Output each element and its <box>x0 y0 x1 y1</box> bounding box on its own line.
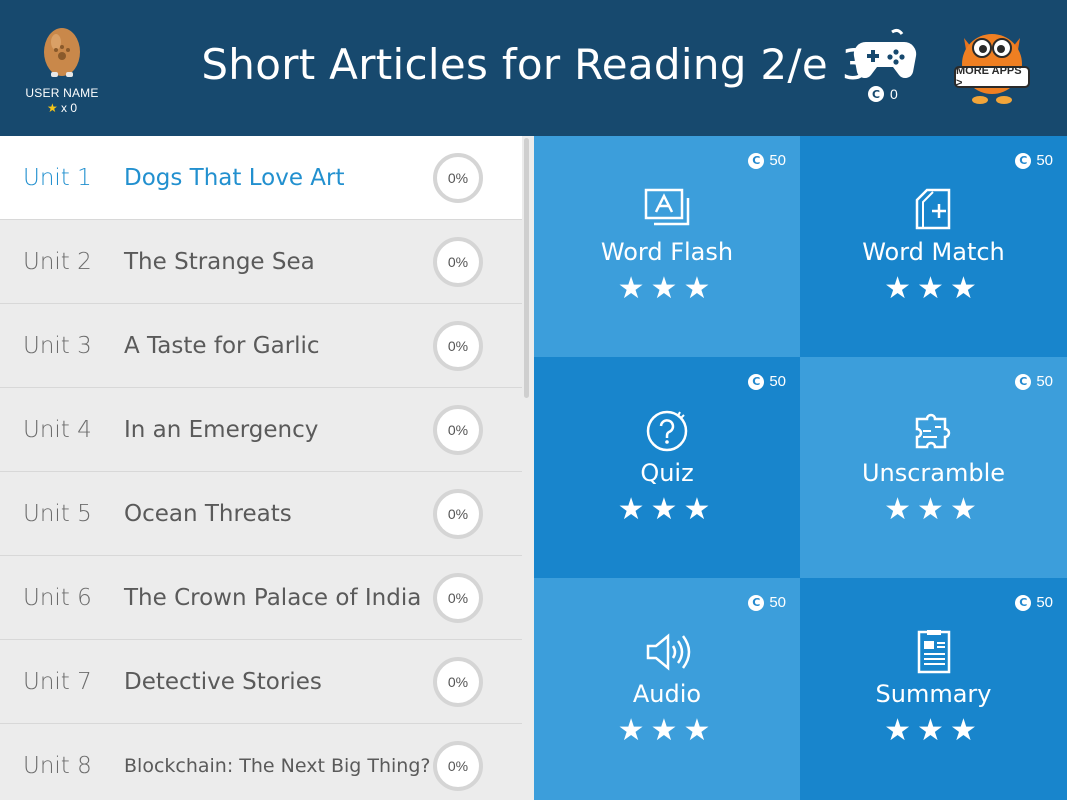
tile-star-rating: ★★★ <box>884 492 983 527</box>
word-match-icon <box>915 188 950 230</box>
unit-progress-ring: 0% <box>433 152 483 203</box>
tile-label: Audio <box>632 680 702 708</box>
summary-icon <box>917 630 950 674</box>
activity-tile-audio[interactable]: C 50 Audio ★★★ <box>534 578 800 800</box>
tile-coin-value: 50 <box>1036 152 1053 169</box>
unit-progress-ring: 0% <box>433 320 483 371</box>
unit-title: Ocean Threats <box>124 500 292 527</box>
page-title: Short Articles for Reading 2/e 3 <box>201 40 869 89</box>
activity-tile-unscramble[interactable]: C 50 Unscramble ★★★ <box>800 357 1067 578</box>
tile-star-rating: ★★★ <box>617 492 717 527</box>
tile-coin-cost: C 50 <box>1015 373 1053 390</box>
tile-coin-cost: C 50 <box>1015 152 1053 169</box>
tile-coin-value: 50 <box>769 594 786 611</box>
tile-coin-value: 50 <box>1036 373 1053 390</box>
unit-row-7[interactable]: Unit 7 Detective Stories 0% <box>0 640 522 724</box>
tile-star-rating: ★★★ <box>884 271 983 306</box>
unit-row-3[interactable]: Unit 3 A Taste for Garlic 0% <box>0 304 522 388</box>
unit-list: Unit 1 Dogs That Love Art 0% Unit 2 The … <box>0 136 522 800</box>
unit-row-4[interactable]: Unit 4 In an Emergency 0% <box>0 388 522 472</box>
unit-list-scrollbar[interactable] <box>522 136 534 800</box>
user-profile[interactable]: USER NAME ★ x 0 <box>20 26 104 115</box>
unit-row-2[interactable]: Unit 2 The Strange Sea 0% <box>0 220 522 304</box>
user-star-count: ★ x 0 <box>20 101 104 115</box>
unit-title: Detective Stories <box>124 668 322 695</box>
tile-label: Unscramble <box>861 459 1006 487</box>
coin-icon: C <box>748 594 765 611</box>
unit-row-6[interactable]: Unit 6 The Crown Palace of India 0% <box>0 556 522 640</box>
tile-coin-cost: C 50 <box>748 373 786 390</box>
coin-icon: C <box>748 152 765 169</box>
scroll-thumb[interactable] <box>524 138 529 398</box>
speaker-icon <box>646 633 691 671</box>
unit-title: Dogs That Love Art <box>124 164 345 191</box>
unit-progress-ring: 0% <box>433 740 483 791</box>
activity-tile-summary[interactable]: C 50 Summary ★★★ <box>800 578 1067 800</box>
coin-icon: C <box>1015 152 1032 169</box>
activity-tile-quiz[interactable]: C 50 Quiz ★★★ <box>534 357 800 578</box>
unit-title: The Crown Palace of India <box>124 584 422 611</box>
word-flash-icon <box>644 188 690 226</box>
tile-star-rating: ★★★ <box>617 713 717 748</box>
unit-progress-ring: 0% <box>433 572 483 623</box>
user-star-count-value: x 0 <box>61 101 78 115</box>
coin-icon: C <box>1015 594 1032 611</box>
quiz-icon <box>646 410 688 452</box>
unit-row-5[interactable]: Unit 5 Ocean Threats 0% <box>0 472 522 556</box>
tile-coin-cost: C 50 <box>1015 594 1053 611</box>
unit-number: Unit 6 <box>23 584 92 611</box>
unit-title: Blockchain: The Next Big Thing? <box>124 754 431 777</box>
tile-coin-value: 50 <box>769 152 786 169</box>
unit-title: A Taste for Garlic <box>124 332 320 359</box>
tile-label: Word Flash <box>600 238 734 266</box>
unit-progress-ring: 0% <box>433 656 483 707</box>
user-name: USER NAME <box>25 86 99 100</box>
app-header: USER NAME ★ x 0 Short Articles for Readi… <box>0 0 1067 136</box>
puzzle-icon <box>915 413 950 449</box>
unit-title: In an Emergency <box>124 416 319 443</box>
activity-tile-word-flash[interactable]: C 50 Word Flash ★★★ <box>534 136 800 357</box>
tile-coin-value: 50 <box>1036 594 1053 611</box>
unit-number: Unit 7 <box>23 668 92 695</box>
unit-progress-ring: 0% <box>433 236 483 287</box>
unit-number: Unit 1 <box>23 164 92 191</box>
unit-progress-ring: 0% <box>433 404 483 455</box>
avatar[interactable] <box>42 26 82 78</box>
gamepad-icon[interactable] <box>852 26 918 84</box>
unit-number: Unit 3 <box>23 332 92 359</box>
activity-tile-word-match[interactable]: C 50 Word Match ★★★ <box>800 136 1067 357</box>
game-coin-count: C 0 <box>868 86 898 102</box>
unit-number: Unit 8 <box>23 752 92 779</box>
tile-star-rating: ★★★ <box>617 271 717 306</box>
tile-coin-cost: C 50 <box>748 152 786 169</box>
coin-icon: C <box>868 86 884 102</box>
tile-label: Word Match <box>862 238 1005 266</box>
tile-label: Summary <box>875 680 992 708</box>
more-apps-label[interactable]: MORE APPS > <box>954 65 1030 89</box>
unit-title: The Strange Sea <box>124 248 315 275</box>
coin-icon: C <box>1015 373 1032 390</box>
tile-label: Quiz <box>640 459 694 487</box>
unit-row-1[interactable]: Unit 1 Dogs That Love Art 0% <box>0 136 522 220</box>
tile-star-rating: ★★★ <box>884 713 983 748</box>
unit-number: Unit 2 <box>23 248 92 275</box>
coin-icon: C <box>748 373 765 390</box>
star-icon: ★ <box>46 101 58 115</box>
unit-row-8[interactable]: Unit 8 Blockchain: The Next Big Thing? 0… <box>0 724 522 800</box>
unit-number: Unit 4 <box>23 416 92 443</box>
more-apps-button[interactable]: MORE APPS > <box>950 24 1034 108</box>
activity-grid: C 50 Word Flash ★★★ C 50 Word Match ★★★ … <box>534 136 1067 800</box>
tile-coin-cost: C 50 <box>748 594 786 611</box>
game-coin-value: 0 <box>890 86 898 102</box>
unit-progress-ring: 0% <box>433 488 483 539</box>
unit-number: Unit 5 <box>23 500 92 527</box>
tile-coin-value: 50 <box>769 373 786 390</box>
